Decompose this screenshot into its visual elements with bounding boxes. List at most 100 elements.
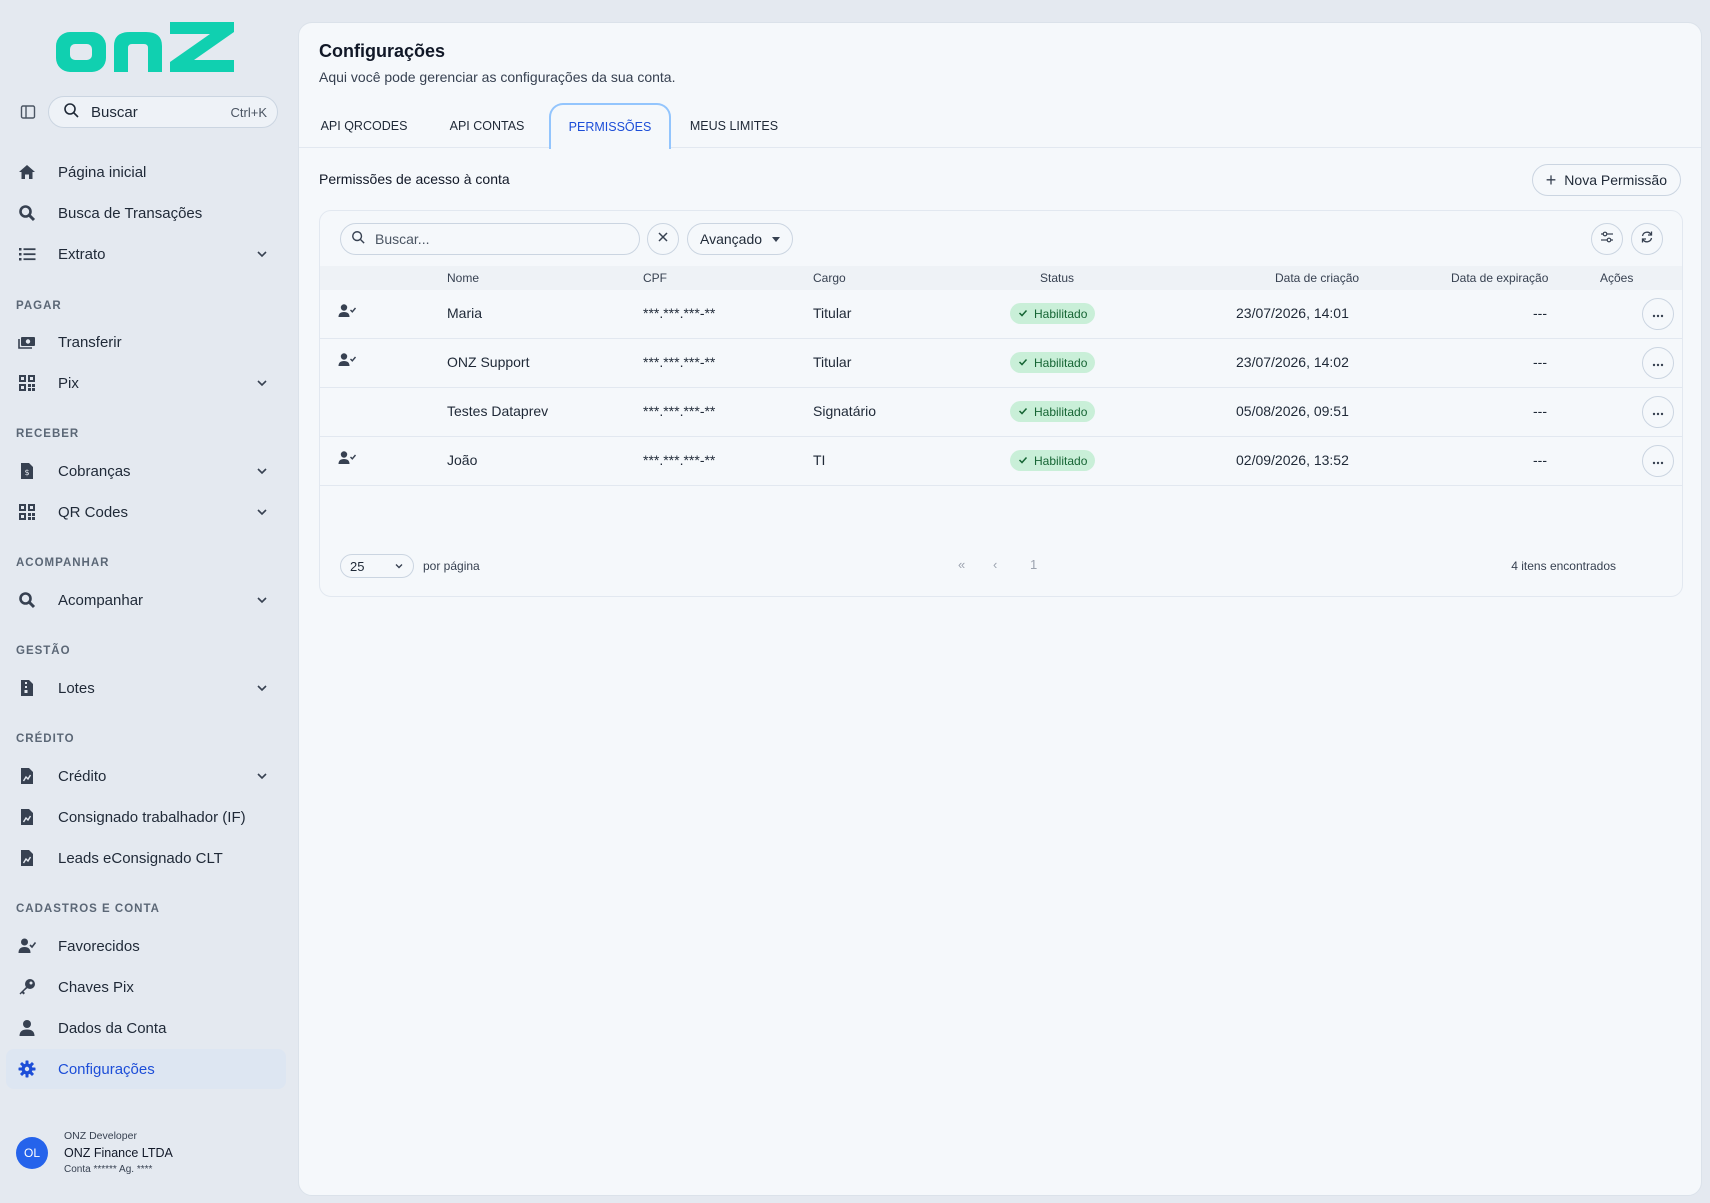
chevron-down-icon: [254, 592, 270, 608]
cell-nome: ONZ Support: [447, 354, 530, 370]
more-horizontal-icon: [1651, 354, 1665, 372]
sidebar-item-acompanhar[interactable]: Acompanhar: [6, 580, 286, 620]
sidebar-item-favorecidos[interactable]: Favorecidos: [6, 926, 286, 966]
chevron-down-icon: [254, 375, 270, 391]
column-header-cargo[interactable]: Cargo: [813, 271, 846, 285]
list-icon: [16, 243, 38, 265]
first-page-icon[interactable]: «: [958, 557, 965, 572]
new-permission-button[interactable]: + Nova Permissão: [1531, 164, 1681, 196]
column-header-status[interactable]: Status: [1040, 271, 1074, 285]
sidebar-search[interactable]: Buscar Ctrl+K: [48, 96, 278, 128]
sidebar-item-label: Dados da Conta: [58, 1019, 167, 1037]
cell-cpf: ***.***.***-**: [643, 452, 716, 468]
sliders-icon: [1600, 230, 1614, 249]
onz-logo[interactable]: [54, 20, 238, 76]
row-actions-button[interactable]: [1642, 396, 1674, 428]
sidebar-item-dados-conta[interactable]: Dados da Conta: [6, 1008, 286, 1048]
sidebar-item-qr-codes[interactable]: QR Codes: [6, 492, 286, 532]
previous-page-icon[interactable]: ‹: [993, 557, 997, 572]
check-icon: [1018, 307, 1028, 321]
sidebar-item-consignado[interactable]: Consignado trabalhador (IF): [6, 797, 286, 837]
row-actions-button[interactable]: [1642, 445, 1674, 477]
current-page[interactable]: 1: [1030, 557, 1037, 572]
column-header-nome[interactable]: Nome: [447, 271, 479, 285]
chevron-down-icon: [254, 463, 270, 479]
user-check-icon: [338, 352, 358, 370]
user-check-icon: [16, 935, 38, 957]
caret-down-icon: [772, 236, 781, 242]
sidebar-item-extrato[interactable]: Extrato: [6, 234, 286, 274]
page-title: Configurações: [319, 41, 446, 61]
section-title-acompanhar: ACOMPANHAR: [16, 557, 110, 569]
tab-api-qrcodes[interactable]: API QRCODES: [311, 103, 417, 148]
page-size-select[interactable]: 25: [340, 554, 414, 578]
sidebar-item-pagina-inicial[interactable]: Página inicial: [6, 152, 286, 192]
sidebar-item-label: Extrato: [58, 245, 106, 263]
sidebar-item-leads[interactable]: Leads eConsignado CLT: [6, 838, 286, 878]
table-row[interactable]: Maria ***.***.***-** Titular Habilitado …: [320, 290, 1682, 339]
chevron-down-icon: [254, 504, 270, 520]
qr-icon: [16, 501, 38, 523]
row-actions-button[interactable]: [1642, 298, 1674, 330]
column-settings-button[interactable]: [1591, 223, 1623, 255]
column-header-data-expiracao[interactable]: Data de expiração: [1451, 271, 1548, 285]
tab-meus-limites[interactable]: MEUS LIMITES: [682, 103, 786, 148]
sidebar-item-transferir[interactable]: Transferir: [6, 322, 286, 362]
row-actions-button[interactable]: [1642, 347, 1674, 379]
sidebar-item-label: Busca de Transações: [58, 204, 203, 222]
more-horizontal-icon: [1651, 452, 1665, 470]
sidebar-item-lotes[interactable]: Lotes: [6, 668, 286, 708]
sidebar-item-label: Configurações: [58, 1060, 155, 1078]
table-search-input[interactable]: Buscar...: [340, 223, 640, 255]
table-row[interactable]: ONZ Support ***.***.***-** Titular Habil…: [320, 339, 1682, 388]
onz-logo-mark: [56, 22, 234, 72]
sidebar-item-credito[interactable]: Crédito: [6, 756, 286, 796]
more-horizontal-icon: [1651, 403, 1665, 421]
sidebar-item-busca-transacoes[interactable]: Busca de Transações: [6, 193, 286, 233]
refresh-button[interactable]: [1631, 223, 1663, 255]
sidebar-item-label: QR Codes: [58, 503, 129, 521]
sidebar-item-label: Leads eConsignado CLT: [58, 849, 223, 867]
sidebar-item-chaves-pix[interactable]: Chaves Pix: [6, 967, 286, 1007]
cell-cargo: Titular: [813, 305, 852, 321]
clear-search-button[interactable]: [647, 223, 679, 255]
cell-cpf: ***.***.***-**: [643, 305, 716, 321]
cell-data-expiracao: ---: [1533, 452, 1547, 468]
section-title-receber: RECEBER: [16, 428, 80, 440]
tab-api-contas[interactable]: API CONTAS: [434, 103, 540, 148]
sidebar-item-label: Crédito: [58, 767, 107, 785]
check-icon: [1018, 356, 1028, 370]
table-row[interactable]: Testes Dataprev ***.***.***-** Signatári…: [320, 388, 1682, 437]
tab-permissoes[interactable]: PERMISSÕES: [549, 103, 671, 149]
column-header-cpf[interactable]: CPF: [643, 271, 667, 285]
advanced-label: Avançado: [700, 231, 763, 247]
qr-icon: [16, 372, 38, 394]
main-panel: Configurações Aqui você pode gerenciar a…: [298, 22, 1702, 1196]
sidebar-item-pix[interactable]: Pix: [6, 363, 286, 403]
user-profile[interactable]: OL ONZ Developer ONZ Finance LTDA Conta …: [16, 1130, 173, 1175]
status-text: Habilitado: [1034, 306, 1088, 321]
check-icon: [1018, 454, 1028, 468]
section-title-pagar: PAGAR: [16, 300, 62, 312]
section-title: Permissões de acesso à conta: [319, 171, 510, 187]
sidebar-item-cobrancas[interactable]: $ Cobranças: [6, 451, 286, 491]
cell-data-criacao: 05/08/2026, 09:51: [1236, 403, 1349, 419]
cell-nome: João: [447, 452, 478, 468]
advanced-filter-dropdown[interactable]: Avançado: [687, 223, 794, 255]
sidebar-item-configuracoes[interactable]: Configurações: [6, 1049, 286, 1089]
table-row[interactable]: João ***.***.***-** TI Habilitado 02/09/…: [320, 437, 1682, 486]
document-chart-icon: [16, 806, 38, 828]
column-header-data-criacao[interactable]: Data de criação: [1275, 271, 1359, 285]
cell-data-expiracao: ---: [1533, 354, 1547, 370]
per-page-label: por página: [423, 559, 480, 573]
column-header-acoes: Ações: [1600, 271, 1634, 285]
search-icon: [16, 202, 38, 224]
search-icon: [351, 230, 365, 249]
sidebar: Buscar Ctrl+K Página inicial Busca de Tr…: [0, 0, 296, 1203]
sidebar-toggle-icon[interactable]: [16, 100, 40, 124]
chevron-down-icon: [254, 680, 270, 696]
cell-data-expiracao: ---: [1533, 403, 1547, 419]
chevron-down-icon: [254, 246, 270, 262]
cell-data-expiracao: ---: [1533, 305, 1547, 321]
results-count: 4 itens encontrados: [1511, 559, 1616, 573]
